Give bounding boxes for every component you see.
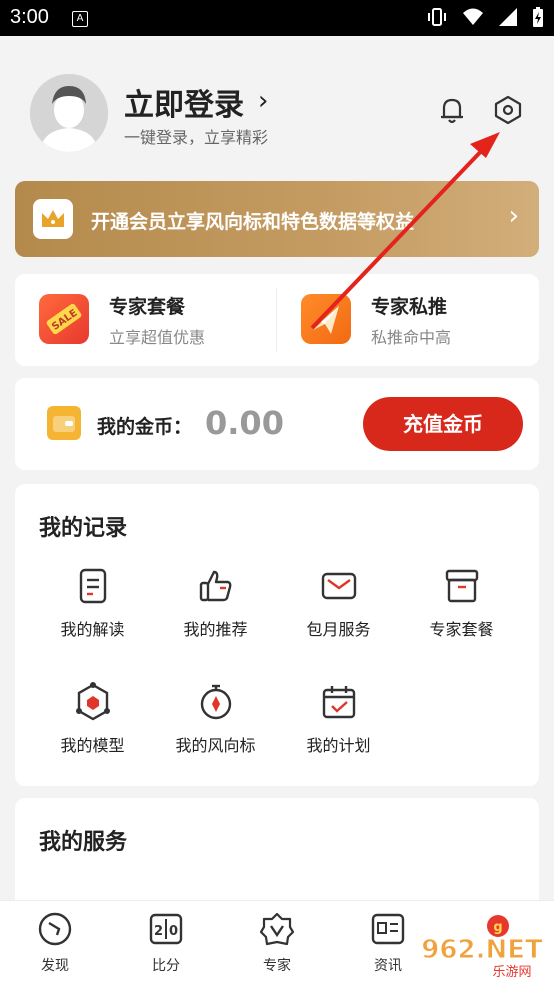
nav-label: 发现 bbox=[41, 958, 69, 974]
nav-label: 比分 bbox=[152, 958, 180, 974]
battery-charging-icon bbox=[533, 7, 543, 27]
status-time: 3:00 bbox=[10, 6, 49, 28]
compass-icon bbox=[38, 912, 72, 946]
svg-text:2: 2 bbox=[154, 924, 163, 939]
profile-page: 立即登录 › 一键登录，立享精彩 开通会员立享风向标和特色数据等权益 › SAL… bbox=[0, 36, 554, 900]
watermark-subtext: 乐游网 bbox=[492, 965, 531, 980]
svg-text:0: 0 bbox=[169, 924, 178, 939]
annotation-arrow-icon bbox=[310, 132, 500, 330]
watermark-text: 962.NET bbox=[421, 935, 543, 965]
nav-tab-discover[interactable]: 发现 bbox=[10, 911, 100, 975]
watermark-logo: g 962.NET 乐游网 bbox=[421, 915, 543, 980]
nav-tab-score[interactable]: 20 比分 bbox=[121, 911, 211, 975]
nav-tab-expert[interactable]: 专家 bbox=[232, 911, 322, 975]
nav-label: 专家 bbox=[263, 958, 291, 974]
wifi-icon bbox=[463, 8, 483, 25]
expert-badge-icon bbox=[259, 912, 295, 946]
status-bar: 3:00 A bbox=[0, 0, 554, 36]
svg-text:g: g bbox=[493, 920, 502, 935]
status-icons bbox=[426, 6, 544, 28]
news-icon bbox=[371, 913, 405, 945]
sim-notification-icon: A bbox=[72, 11, 88, 27]
scoreboard-icon: 20 bbox=[149, 913, 183, 945]
signal-icon bbox=[499, 8, 517, 26]
vibrate-icon bbox=[428, 8, 446, 26]
